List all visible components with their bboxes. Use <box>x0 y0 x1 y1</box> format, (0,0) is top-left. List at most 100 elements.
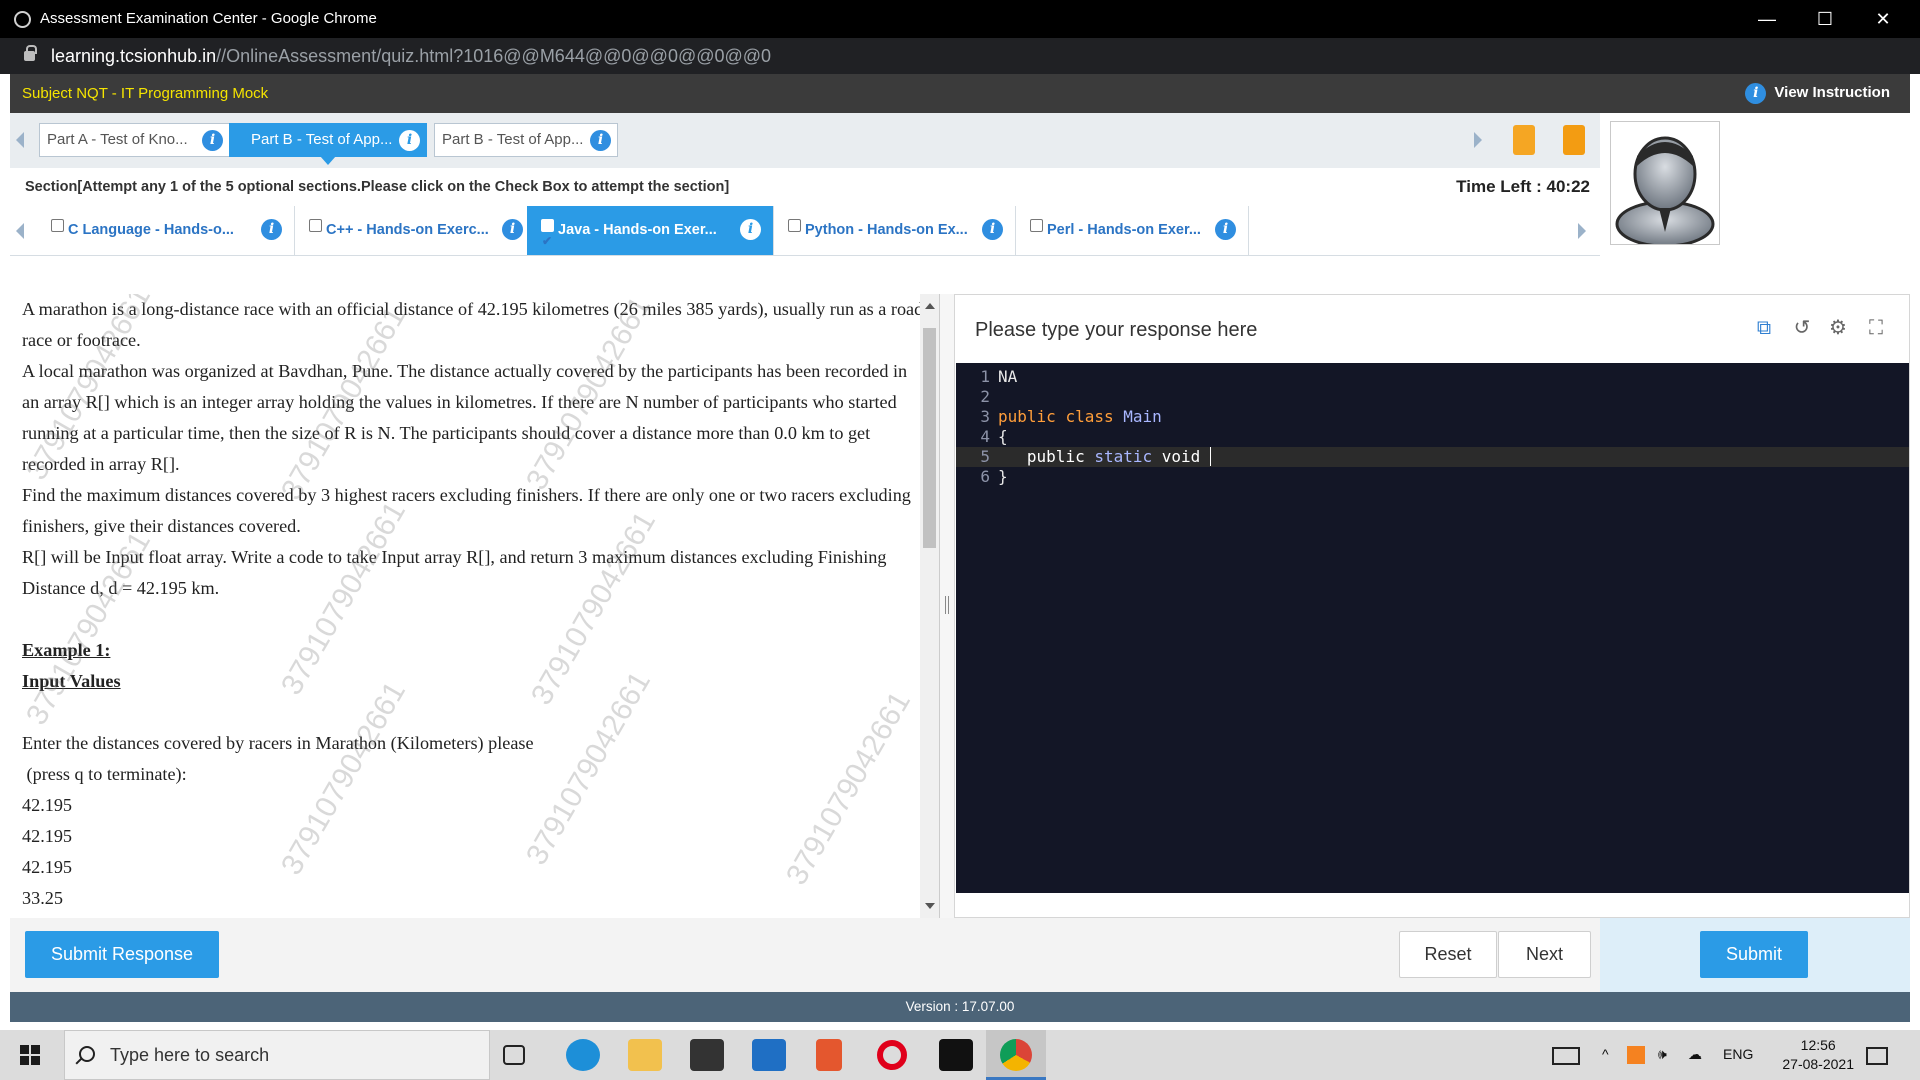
close-window-button[interactable]: ✕ <box>1854 0 1912 38</box>
url-path: //OnlineAssessment/quiz.html?1016@@M644@… <box>216 46 772 66</box>
onedrive-cloud-icon[interactable]: ☁ <box>1688 1046 1702 1063</box>
clock-date: 27-08-2021 <box>1782 1056 1854 1072</box>
reset-code-icon[interactable]: ↺ <box>1791 317 1813 339</box>
section-tab-cpp[interactable]: C++ - Hands-on Exerc... i <box>295 206 536 255</box>
code-line: 3 public class Main <box>956 407 1909 427</box>
windows-start-icon[interactable] <box>20 1045 40 1065</box>
taskbar-clock[interactable]: 12:56 27-08-2021 <box>1782 1036 1854 1074</box>
scroll-up-icon[interactable] <box>925 303 935 309</box>
section-label: C++ - Hands-on Exerc... <box>326 222 489 238</box>
file-explorer-icon[interactable] <box>628 1039 662 1071</box>
part-scroll-left-icon[interactable] <box>16 132 24 148</box>
info-icon[interactable]: i <box>1215 219 1236 240</box>
section-tab-python[interactable]: Python - Hands-on Ex... i <box>774 206 1016 255</box>
fullscreen-icon[interactable]: ⛶ <box>1865 317 1887 339</box>
submit-response-button[interactable]: Submit Response <box>25 931 219 978</box>
info-icon[interactable]: i <box>202 130 223 151</box>
app-tray-icon[interactable] <box>1627 1046 1645 1064</box>
section-tab-java[interactable]: Java - Hands-on Exer... i <box>527 206 774 265</box>
part-scroll-right-icon[interactable] <box>1474 132 1482 148</box>
address-bar[interactable]: learning.tcsionhub.in//OnlineAssessment/… <box>0 38 1920 74</box>
part-tab-label: Part A - Test of Kno... <box>47 131 188 148</box>
info-icon[interactable]: i <box>982 219 1003 240</box>
part-tab-label: Part B - Test of App... <box>251 131 393 148</box>
reset-button[interactable]: Reset <box>1399 931 1497 978</box>
question-panel: A marathon is a long-distance race with … <box>10 294 940 918</box>
minimize-button[interactable]: — <box>1738 0 1796 38</box>
code-line: 2 <box>956 387 1909 407</box>
part-tab-b1[interactable]: Part B - Test of App... i <box>229 123 427 165</box>
question-scrollbar[interactable] <box>920 294 939 918</box>
input-prompt: (press q to terminate): <box>22 764 187 784</box>
clock-time: 12:56 <box>1800 1037 1836 1053</box>
edge-browser-icon[interactable] <box>566 1039 600 1071</box>
url-host: learning.tcsionhub.in <box>51 46 217 66</box>
part-tab-a[interactable]: Part A - Test of Kno... i <box>39 123 230 157</box>
calculator-icon[interactable] <box>1563 125 1585 155</box>
mail-icon[interactable] <box>752 1039 786 1071</box>
subject-title: Subject NQT - IT Programming Mock <box>22 85 269 102</box>
line-number: 5 <box>980 447 990 466</box>
app-header: Subject NQT - IT Programming Mock i View… <box>10 74 1910 113</box>
splitter-grip-icon[interactable] <box>945 596 949 614</box>
info-icon[interactable]: i <box>590 130 611 151</box>
code-text: NA <box>998 367 1018 386</box>
section-checkbox[interactable] <box>788 218 801 232</box>
line-number: 4 <box>980 427 990 446</box>
version-bar: Version : 17.07.00 <box>10 992 1910 1022</box>
info-icon[interactable]: i <box>261 219 282 240</box>
copy-icon[interactable]: ⧉ <box>1753 317 1775 339</box>
url-text[interactable]: learning.tcsionhub.in//OnlineAssessment/… <box>51 46 771 67</box>
info-icon[interactable]: i <box>740 219 761 240</box>
code-line: 4 { <box>956 427 1909 447</box>
section-checkbox[interactable] <box>51 218 64 232</box>
submit-button[interactable]: Submit <box>1700 931 1808 978</box>
question-paragraph: Find the maximum distances covered by 3 … <box>22 485 911 536</box>
section-checkbox[interactable] <box>309 218 322 232</box>
section-checkbox-checked[interactable] <box>541 217 554 265</box>
input-value: 33.25 <box>22 888 63 908</box>
microsoft-store-icon[interactable] <box>690 1039 724 1071</box>
code-line: 6 } <box>956 467 1909 487</box>
line-number: 2 <box>980 387 990 406</box>
info-icon[interactable]: i <box>399 130 420 151</box>
section-tab-perl[interactable]: Perl - Hands-on Exer... i <box>1016 206 1249 255</box>
view-instruction-link[interactable]: i View Instruction <box>1745 83 1890 104</box>
scrollbar-thumb[interactable] <box>923 328 936 548</box>
section-scroll-right-icon[interactable] <box>1578 223 1586 239</box>
next-button[interactable]: Next <box>1498 931 1591 978</box>
example-heading: Example 1: <box>22 640 111 660</box>
section-label: Perl - Hands-on Exer... <box>1047 222 1201 238</box>
question-paragraph: R[] will be Input float array. Write a c… <box>22 547 887 598</box>
question-paper-icon[interactable] <box>1513 125 1535 155</box>
settings-gear-icon[interactable]: ⚙ <box>1827 317 1849 339</box>
opera-browser-icon[interactable] <box>877 1040 907 1070</box>
intellij-idea-icon[interactable] <box>939 1039 973 1071</box>
code-text: { <box>998 427 1008 446</box>
office-icon[interactable] <box>816 1039 842 1071</box>
info-icon[interactable]: i <box>502 219 523 240</box>
notification-center-icon[interactable] <box>1866 1047 1888 1065</box>
panel-splitter[interactable] <box>940 294 954 918</box>
taskbar-search-box[interactable]: Type here to search <box>64 1030 490 1080</box>
section-scroll-left-icon[interactable] <box>16 223 24 239</box>
speaker-icon[interactable]: 🕪 <box>1658 1046 1667 1063</box>
part-tab-b2[interactable]: Part B - Test of App... i <box>434 123 618 157</box>
maximize-button[interactable]: ☐ <box>1796 0 1854 38</box>
section-tab-c[interactable]: C Language - Hands-o... i <box>37 206 295 255</box>
windows-taskbar: Type here to search ^ 🕪 ☁ ENG 12:56 27-0… <box>0 1030 1920 1080</box>
code-text: public class Main <box>998 407 1162 426</box>
show-hidden-icons-icon[interactable]: ^ <box>1602 1046 1609 1062</box>
news-widget-icon[interactable] <box>1552 1047 1580 1065</box>
input-values-heading: Input Values <box>22 671 121 691</box>
code-editor[interactable]: 1 NA 2 3 public class Main 4 { 5 public … <box>956 363 1909 893</box>
search-placeholder: Type here to search <box>110 1045 270 1065</box>
chrome-taskbar-button[interactable] <box>986 1030 1046 1080</box>
code-line: 1 NA <box>956 367 1909 387</box>
section-label: C Language - Hands-o... <box>68 222 234 238</box>
section-label: Python - Hands-on Ex... <box>805 222 968 238</box>
task-view-icon[interactable] <box>503 1045 525 1065</box>
scroll-down-icon[interactable] <box>925 903 935 909</box>
language-indicator[interactable]: ENG <box>1723 1046 1753 1062</box>
section-checkbox[interactable] <box>1030 218 1043 232</box>
